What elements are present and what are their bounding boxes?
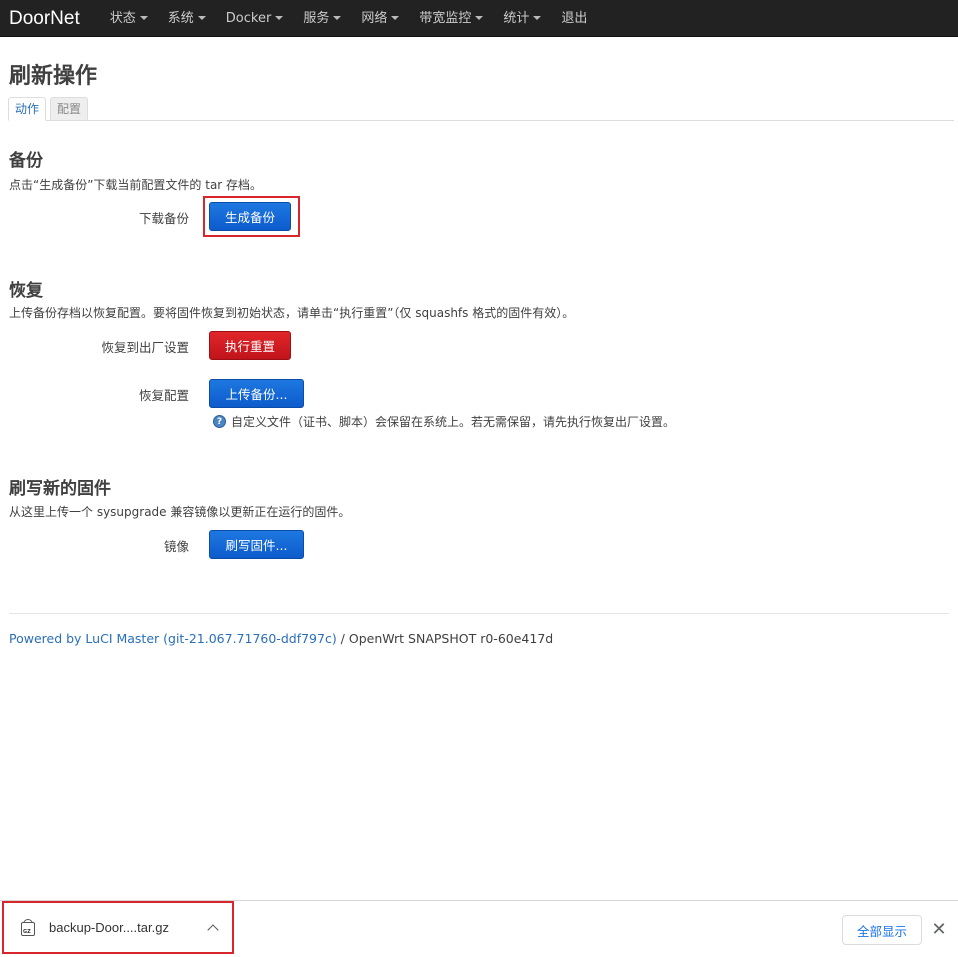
nav-bandwidth-label: 带宽监控: [419, 10, 472, 26]
upload-backup-button[interactable]: 上传备份...: [209, 379, 304, 408]
generate-backup-button[interactable]: 生成备份: [209, 202, 291, 231]
nav-network-label: 网络: [361, 10, 388, 26]
download-bar: GZ backup-Door....tar.gz 全部显示 ✕: [0, 900, 958, 957]
luci-link[interactable]: Powered by LuCI Master (git-21.067.71760…: [9, 631, 337, 646]
nav-services-label: 服务: [303, 10, 330, 26]
download-item[interactable]: GZ backup-Door....tar.gz: [2, 901, 234, 954]
restore-section-title: 恢复: [9, 281, 43, 301]
caret-down-icon: [275, 16, 284, 20]
perform-reset-button[interactable]: 执行重置: [209, 331, 291, 360]
nav-statistics[interactable]: 统计: [493, 0, 551, 37]
restore-hint-text: 自定义文件（证书、脚本）会保留在系统上。若无需保留，请先执行恢复出厂设置。: [231, 415, 676, 429]
nav-statistics-label: 统计: [503, 10, 530, 26]
nav-status-label: 状态: [109, 10, 136, 26]
image-label: 镜像: [163, 539, 189, 554]
flash-section-title: 刷写新的固件: [9, 479, 111, 499]
caret-down-icon: [533, 16, 542, 20]
factory-reset-label: 恢复到出厂设置: [101, 340, 189, 355]
nav-bandwidth[interactable]: 带宽监控: [409, 0, 493, 37]
help-icon: ?: [213, 415, 226, 428]
top-navbar: DoorNet 状态 系统 Docker 服务 网络 带宽监控 统计 退出: [0, 0, 958, 37]
tab-configuration[interactable]: 配置: [50, 97, 89, 121]
nav-logout-label: 退出: [561, 10, 588, 26]
nav-docker[interactable]: Docker: [216, 0, 294, 37]
tab-actions[interactable]: 动作: [8, 97, 47, 121]
caret-down-icon: [139, 16, 148, 20]
nav-services[interactable]: 服务: [293, 0, 351, 37]
caret-down-icon: [475, 16, 484, 20]
backup-section-title: 备份: [9, 151, 43, 171]
archive-file-tag: GZ: [23, 929, 31, 935]
show-all-button[interactable]: 全部显示: [842, 915, 922, 945]
nav-logout[interactable]: 退出: [551, 0, 597, 37]
close-icon[interactable]: ✕: [929, 920, 949, 940]
caret-down-icon: [197, 16, 206, 20]
flash-firmware-button[interactable]: 刷写固件...: [209, 530, 304, 559]
restore-description: 上传备份存档以恢复配置。要将固件恢复到初始状态，请单击“执行重置”（仅 squa…: [9, 306, 575, 320]
caret-down-icon: [391, 16, 400, 20]
restore-hint: ? 自定义文件（证书、脚本）会保留在系统上。若无需保留，请先执行恢复出厂设置。: [213, 413, 675, 430]
tab-bar: 动作 配置: [8, 97, 954, 121]
brand-logo[interactable]: DoorNet: [0, 0, 100, 37]
chevron-up-icon[interactable]: [207, 923, 219, 936]
download-filename: backup-Door....tar.gz: [49, 920, 169, 935]
nav-status[interactable]: 状态: [100, 0, 158, 37]
download-backup-label: 下载备份: [138, 211, 189, 226]
footer-version: / OpenWrt SNAPSHOT r0-60e417d: [336, 631, 554, 646]
page-title: 刷新操作: [9, 64, 98, 89]
backup-description: 点击“生成备份”下载当前配置文件的 tar 存档。: [9, 178, 263, 192]
footer-divider: [9, 613, 949, 614]
restore-config-label: 恢复配置: [138, 388, 189, 403]
nav-docker-label: Docker: [225, 10, 272, 26]
nav-network[interactable]: 网络: [351, 0, 409, 37]
archive-file-icon: GZ: [21, 919, 35, 936]
flash-description: 从这里上传一个 sysupgrade 兼容镜像以更新正在运行的固件。: [9, 505, 351, 519]
caret-down-icon: [333, 16, 342, 20]
footer: Powered by LuCI Master (git-21.067.71760…: [9, 631, 553, 646]
nav-system-label: 系统: [167, 10, 194, 26]
nav-system[interactable]: 系统: [158, 0, 216, 37]
